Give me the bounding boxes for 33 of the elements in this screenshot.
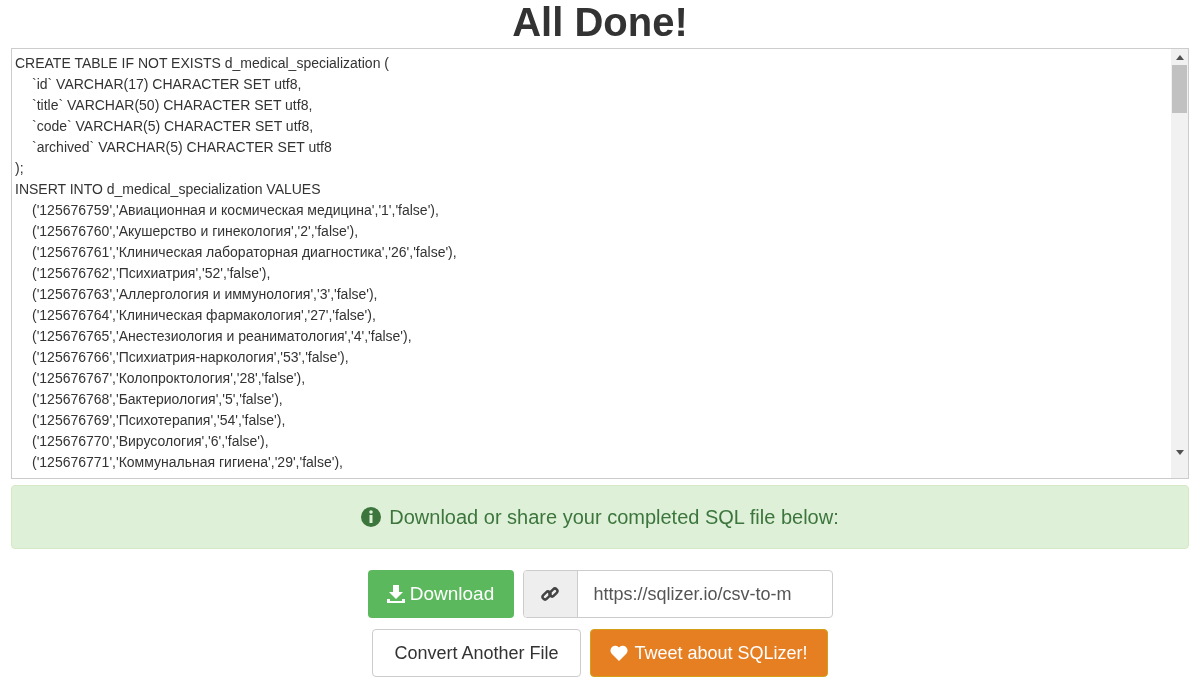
sql-line: `id` VARCHAR(17) CHARACTER SET utf8, xyxy=(32,75,302,94)
scrollbar[interactable] xyxy=(1171,49,1188,478)
page-title: All Done! xyxy=(512,0,688,46)
sql-line: `title` VARCHAR(50) CHARACTER SET utf8, xyxy=(32,96,313,115)
download-icon xyxy=(386,585,405,603)
sql-line: ('125676762','Психиатрия','52','false'), xyxy=(32,264,271,283)
sql-line: ); xyxy=(15,159,24,178)
sql-output-area[interactable] xyxy=(11,48,1189,479)
sql-line: ('125676759','Авиационная и космическая медицина','1','false'), xyxy=(32,201,439,220)
sql-line: CREATE TABLE IF NOT EXISTS d_medical_specialization ( xyxy=(15,54,389,73)
sql-line: ('125676765','Анестезиология и реаниматология','4','false'), xyxy=(32,327,412,346)
alert-message: Download or share your completed SQL file below: xyxy=(389,505,839,530)
sql-line: ('125676760','Акушерство и гинекология','2','false'), xyxy=(32,222,359,241)
scrollbar-thumb[interactable] xyxy=(1172,65,1187,113)
sql-line: ('125676761','Клиническая лабораторная диагностика','26','false'), xyxy=(32,243,457,262)
scroll-up-icon[interactable] xyxy=(1175,54,1184,60)
sql-line: ('125676763','Аллергология и иммунология','3','false'), xyxy=(32,285,378,304)
sql-line: ('125676767','Колопроктология','28','false'), xyxy=(32,369,306,388)
sql-line: INSERT INTO d_medical_specialization VALUES xyxy=(15,180,321,199)
scroll-down-icon[interactable] xyxy=(1175,450,1184,456)
info-icon xyxy=(361,507,382,527)
share-link-field[interactable]: https://sqlizer.io/csv-to-m xyxy=(522,570,833,618)
heart-icon xyxy=(610,645,629,661)
sql-line: ('125676770','Вирусология','6','false'), xyxy=(32,432,269,451)
sql-line: `archived` VARCHAR(5) CHARACTER SET utf8 xyxy=(32,138,332,157)
sql-line: `code` VARCHAR(5) CHARACTER SET utf8, xyxy=(32,117,314,136)
link-icon xyxy=(541,585,559,603)
sql-line: ('125676769','Психотерапия','54','false'), xyxy=(32,411,286,430)
sql-line: ('125676768','Бактериология','5','false'), xyxy=(32,390,283,409)
convert-another-button[interactable]: Convert Another File xyxy=(372,629,581,677)
sql-line: ('125676771','Коммунальная гигиена','29','false'), xyxy=(32,453,343,472)
sql-line: ('125676766','Психиатрия-наркология','53','false'), xyxy=(32,348,349,367)
sql-line: ('125676764','Клиническая фармакология','27','false'), xyxy=(32,306,376,325)
